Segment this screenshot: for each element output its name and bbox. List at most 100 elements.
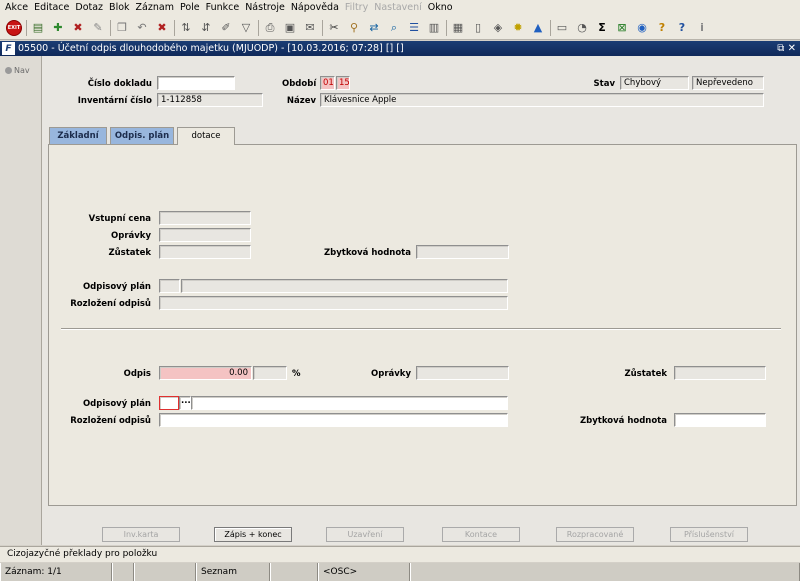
status-osc: <OSC> (318, 563, 410, 581)
status-cell-empty (270, 563, 318, 581)
menu-akce[interactable]: Akce (2, 0, 31, 16)
document-icon[interactable]: ▯ (470, 20, 486, 36)
zustatek-label-2: Zůstatek (624, 369, 667, 379)
help-icon[interactable]: ? (654, 20, 670, 36)
odpisovy-plan-label-2: Odpisový plán (82, 399, 151, 409)
menu-pole[interactable]: Pole (177, 0, 203, 16)
form-area: Číslo dokladu Inventární číslo 1-112858 … (42, 56, 800, 545)
menu-zaznam[interactable]: Záznam (133, 0, 177, 16)
menu-dotaz[interactable]: Dotaz (72, 0, 106, 16)
toolbar-separator (26, 19, 27, 36)
chart-icon[interactable]: ◔ (574, 20, 590, 36)
undo-icon[interactable]: ↶ (134, 20, 150, 36)
kontace-button[interactable]: Kontace (442, 527, 520, 542)
odpisovy-plan-label-1: Odpisový plán (82, 282, 151, 292)
inv-karta-button[interactable]: Inv.karta (102, 527, 180, 542)
vstupni-cena-field (159, 211, 251, 225)
delete-icon[interactable]: ✖ (154, 20, 170, 36)
star-icon[interactable]: ✹ (510, 20, 526, 36)
status-record: Záznam: 1/1 (0, 563, 112, 581)
rozlozeni-odpisu-field-1 (159, 296, 508, 310)
nav-label: Nav (14, 66, 30, 75)
zbytkova-hodnota-field-2[interactable] (674, 413, 766, 427)
toolbar-separator (258, 19, 259, 36)
stav-field-2: Nepřevedeno (692, 76, 764, 90)
menu-okno[interactable]: Okno (425, 0, 456, 16)
obdobi-month-field[interactable]: 01 (320, 76, 335, 90)
odpisovy-plan-name-field-2[interactable] (191, 396, 508, 410)
preview-icon[interactable]: ▣ (282, 20, 298, 36)
inventarni-cislo-field[interactable]: 1-112858 (157, 93, 263, 107)
sort-asc-icon[interactable]: ⇅ (178, 20, 194, 36)
exit-icon: EXIT (6, 19, 22, 36)
zustatek-field-1 (159, 245, 251, 259)
menu-nastroje[interactable]: Nástroje (242, 0, 288, 16)
menu-funkce[interactable]: Funkce (203, 0, 243, 16)
menu-nastaveni: Nastavení (374, 2, 422, 13)
uzavreni-button[interactable]: Uzavření (326, 527, 404, 542)
calculator-icon[interactable]: ▦ (450, 20, 466, 36)
tab-zakladni[interactable]: Základní (49, 127, 107, 144)
exit-button[interactable]: EXIT (6, 19, 22, 36)
toolbar-separator (110, 19, 111, 36)
sort-desc-icon[interactable]: ⇵ (198, 20, 214, 36)
prislusenstvi-button[interactable]: Příslušenství (670, 527, 748, 542)
clear-icon[interactable]: ✎ (90, 20, 106, 36)
toolbar-separator (446, 19, 447, 36)
save-icon[interactable]: ▤ (30, 20, 46, 36)
excel-icon[interactable]: ⊠ (614, 20, 630, 36)
insert-record-icon[interactable]: ✚ (50, 20, 66, 36)
odpisovy-plan-lov-button[interactable]: ... (179, 396, 191, 410)
zustatek-field-2 (674, 366, 766, 380)
status-cell-empty (112, 563, 134, 581)
rozlozeni-odpisu-field-2[interactable] (159, 413, 508, 427)
edit-icon[interactable]: ✐ (218, 20, 234, 36)
toolbar-separator (550, 19, 551, 36)
menu-editace[interactable]: Editace (31, 0, 72, 16)
mail-icon[interactable]: ✉ (302, 20, 318, 36)
nazev-label: Název (286, 96, 316, 106)
window-controls[interactable]: ⧉ ✕ (777, 41, 796, 56)
zbytkova-hodnota-label-2: Zbytková hodnota (579, 416, 667, 426)
tab-dotace[interactable]: dotace (177, 127, 235, 145)
web-icon[interactable]: ◉ (634, 20, 650, 36)
columns-icon[interactable]: ▥ (426, 20, 442, 36)
menu-blok[interactable]: Blok (106, 0, 132, 16)
tab-odpis-plan[interactable]: Odpis. plán (110, 127, 174, 144)
obdobi-year-field[interactable]: 15 (336, 76, 350, 90)
list-icon[interactable]: ☰ (406, 20, 422, 36)
warning-icon[interactable]: ▲ (530, 20, 546, 36)
replace-icon[interactable]: ⇄ (366, 20, 382, 36)
opravky-label-1: Oprávky (111, 231, 151, 241)
nazev-field[interactable]: Klávesnice Apple (320, 93, 764, 107)
rozpracovane-button[interactable]: Rozpracované (556, 527, 634, 542)
odpisovy-plan-code-field-2[interactable] (159, 396, 179, 410)
delete-record-icon[interactable]: ✖ (70, 20, 86, 36)
print-icon[interactable]: ⎙ (262, 20, 278, 36)
copy-icon[interactable]: ❐ (114, 20, 130, 36)
filter-icon[interactable]: ▽ (238, 20, 254, 36)
search-icon[interactable]: ⌕ (386, 20, 402, 36)
nav-button[interactable]: Nav (0, 56, 41, 75)
menu-napoveda[interactable]: Nápověda (288, 0, 342, 16)
cislo-dokladu-field[interactable] (157, 76, 235, 90)
menu-filtry: Filtry (344, 2, 369, 13)
info-icon[interactable]: i (694, 20, 710, 36)
opravky-field-1 (159, 228, 251, 242)
toolbar-separator (322, 19, 323, 36)
status-cell-empty (134, 563, 196, 581)
zapis-konec-button[interactable]: Zápis + konec (214, 527, 292, 542)
opravky-field-2 (416, 366, 509, 380)
hide-icon[interactable]: ◈ (490, 20, 506, 36)
odpis-percent-field (253, 366, 287, 380)
stav-field-1: Chybový (620, 76, 689, 90)
find-icon[interactable]: ⚲ (346, 20, 362, 36)
question-icon[interactable]: ? (674, 20, 690, 36)
odpis-field[interactable]: 0.00 (159, 366, 252, 380)
cut-icon[interactable]: ✂ (326, 20, 342, 36)
menu-bar: Akce Editace Dotaz Blok Záznam Pole Funk… (0, 0, 800, 16)
status-bar: Záznam: 1/1 Seznam hodn... <OSC> (0, 563, 800, 581)
sum-icon[interactable]: Σ (594, 20, 610, 36)
form-icon[interactable]: ▭ (554, 20, 570, 36)
hint-bar: Cizojazyčné překlady pro položku (0, 546, 800, 562)
